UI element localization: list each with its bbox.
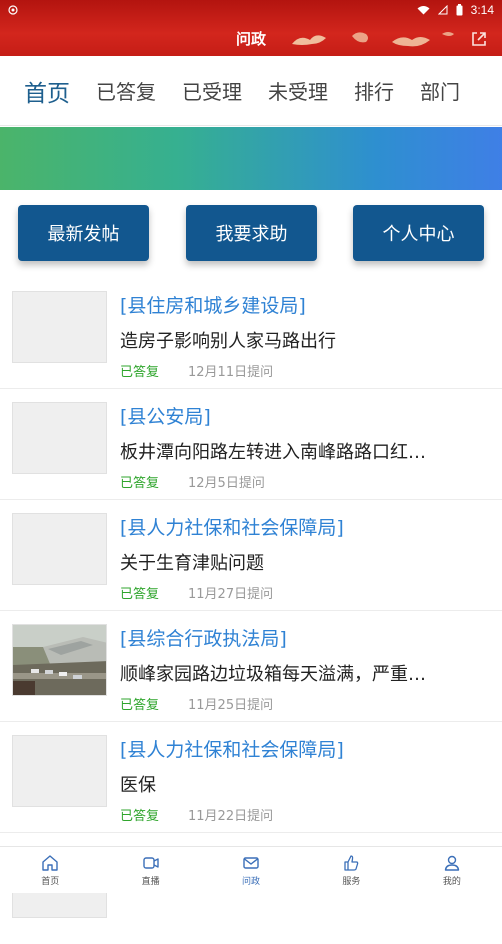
post-status: 已答复	[120, 587, 160, 602]
home-icon	[42, 854, 58, 871]
banner[interactable]	[0, 127, 502, 190]
nav-label: 问政	[242, 876, 261, 887]
post-thumbnail	[12, 291, 107, 363]
list-item[interactable]: [县综合行政执法局] 顺峰家园路边垃圾箱每天溢满，严重… 已答复 11月25日提…	[0, 612, 502, 722]
post-department: [县人力社保和社会保障局]	[120, 739, 344, 761]
post-department: [县人力社保和社会保障局]	[120, 517, 344, 539]
post-status: 已答复	[120, 809, 160, 824]
nav-mine[interactable]: 我的	[402, 847, 502, 893]
mail-icon	[243, 856, 259, 869]
post-title: 顺峰家园路边垃圾箱每天溢满，严重…	[120, 664, 426, 685]
post-status: 已答复	[120, 476, 160, 491]
tab-replied[interactable]: 已答复	[96, 76, 156, 105]
list-item[interactable]: [县住房和城乡建设局] 造房子影响别人家马路出行 已答复 12月11日提问	[0, 279, 502, 389]
bottom-nav: 首页 直播 问政 服务 我的	[0, 846, 502, 893]
post-date: 11月22日提问	[188, 809, 274, 824]
post-thumbnail	[12, 735, 107, 807]
post-department: [县综合行政执法局]	[120, 628, 287, 650]
thumb-icon	[344, 854, 359, 871]
post-status: 已答复	[120, 698, 160, 713]
share-icon[interactable]	[470, 30, 488, 48]
post-title: 医保	[120, 775, 156, 796]
wifi-icon	[417, 6, 430, 15]
post-title: 造房子影响别人家马路出行	[120, 331, 336, 352]
status-time: 3:14	[470, 3, 494, 17]
tab-accepted[interactable]: 已受理	[182, 76, 242, 105]
tab-home[interactable]: 首页	[24, 74, 70, 108]
status-bar: 3:14	[0, 0, 502, 20]
post-thumbnail	[12, 402, 107, 474]
list-item[interactable]: [县人力社保和社会保障局] 关于生育津贴问题 已答复 11月27日提问	[0, 501, 502, 611]
tab-unaccepted[interactable]: 未受理	[268, 76, 328, 105]
tab-ranking[interactable]: 排行	[354, 76, 394, 105]
quick-actions: 最新发帖 我要求助 个人中心	[0, 190, 502, 278]
list-item[interactable]: [县公安局] 板井潭向阳路左转进入南峰路路口红… 已答复 12月5日提问	[0, 390, 502, 500]
post-thumbnail	[12, 513, 107, 585]
battery-icon	[456, 4, 463, 16]
latest-posts-button[interactable]: 最新发帖	[18, 205, 149, 261]
post-photo	[12, 624, 107, 696]
notification-icon	[8, 5, 18, 15]
nav-label: 首页	[41, 876, 60, 887]
nav-label: 我的	[442, 876, 461, 887]
post-department: [县公安局]	[120, 406, 211, 428]
post-department: [县住房和城乡建设局]	[120, 295, 306, 317]
post-title: 关于生育津贴问题	[120, 553, 264, 574]
nav-label: 直播	[141, 876, 160, 887]
post-date: 11月25日提问	[188, 698, 274, 713]
post-title: 板井潭向阳路左转进入南峰路路口红…	[120, 442, 426, 463]
nav-label: 服务	[342, 876, 361, 887]
user-icon	[444, 855, 460, 871]
page-title: 问政	[235, 30, 266, 48]
nav-live[interactable]: 直播	[100, 847, 200, 893]
nav-service[interactable]: 服务	[301, 847, 401, 893]
nav-wenzheng[interactable]: 问政	[201, 847, 301, 893]
post-date: 11月27日提问	[188, 587, 274, 602]
tab-departments[interactable]: 部门	[420, 76, 460, 105]
video-icon	[142, 856, 159, 869]
personal-center-button[interactable]: 个人中心	[353, 205, 484, 261]
list-item[interactable]: [县人力社保和社会保障局] 医保 已答复 11月22日提问	[0, 723, 502, 833]
post-date: 12月11日提问	[188, 365, 274, 380]
post-status: 已答复	[120, 365, 160, 380]
nav-home[interactable]: 首页	[0, 847, 100, 893]
ask-help-button[interactable]: 我要求助	[186, 205, 317, 261]
category-tabs: 首页 已答复 已受理 未受理 排行 部门	[0, 56, 502, 126]
signal-icon	[437, 5, 448, 15]
post-date: 12月5日提问	[188, 476, 265, 491]
